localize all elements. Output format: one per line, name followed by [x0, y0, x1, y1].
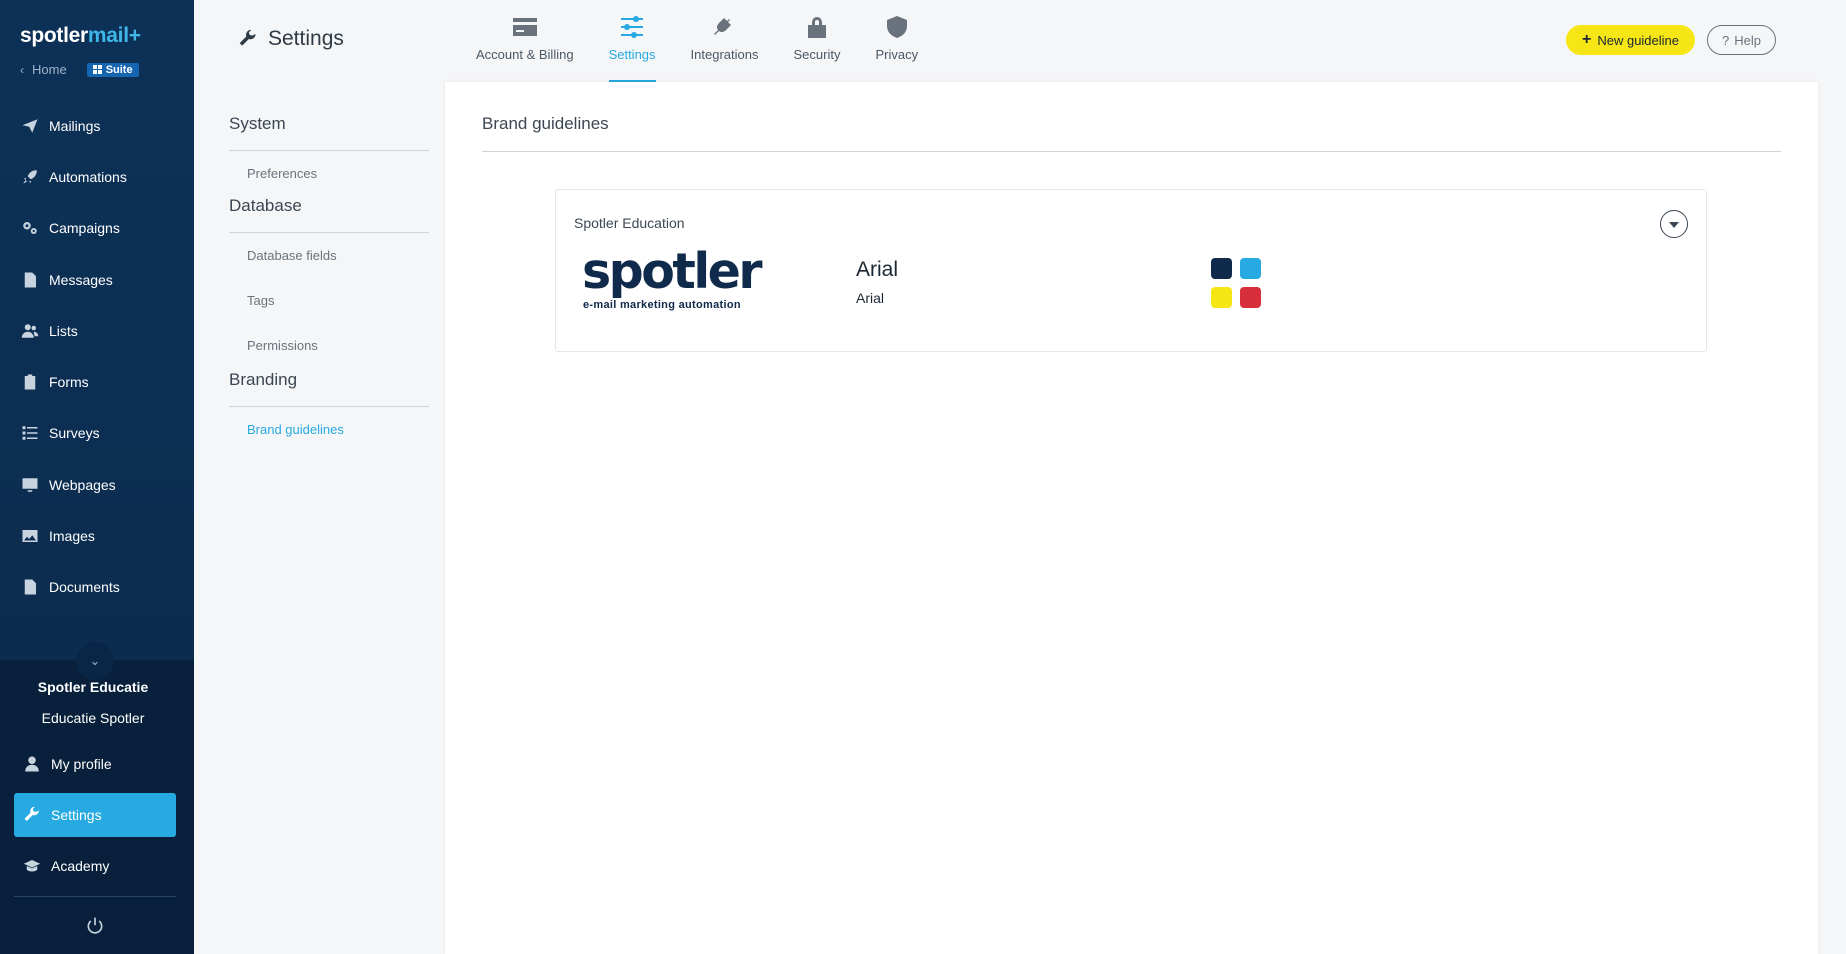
color-swatch [1211, 258, 1232, 279]
chevron-left-icon: ‹ [20, 62, 24, 77]
nav-item-automations[interactable]: Automations [0, 151, 194, 202]
wrench-icon [239, 29, 256, 46]
brand-guideline-card[interactable]: Spotler Education spotler e-mail marketi… [555, 189, 1707, 352]
paper-plane-icon [20, 117, 40, 135]
tab-account-billing[interactable]: Account & Billing [476, 0, 574, 82]
sidebar: spotlermail+ ‹ Home Suite Mailings Autom… [0, 0, 194, 954]
nav-item-mailings[interactable]: Mailings [0, 100, 194, 151]
tab-settings[interactable]: Settings [608, 0, 656, 82]
nav-item-lists[interactable]: Lists [0, 305, 194, 356]
chevron-down-icon: ⌄ [89, 653, 101, 668]
expand-guideline-button[interactable] [1660, 210, 1688, 238]
clipboard-icon [20, 373, 40, 391]
brand-logo-tagline: e-mail marketing automation [583, 299, 741, 311]
settings-subnav: System Preferences Database Database fie… [229, 82, 429, 452]
tab-security[interactable]: Security [793, 0, 840, 82]
shield-icon [884, 15, 910, 39]
subnav-heading-branding: Branding [229, 370, 429, 407]
color-swatches [1211, 258, 1265, 312]
color-swatch [1211, 287, 1232, 308]
brand-logo-word: spotler [582, 243, 763, 300]
settings-tabs: Account & Billing Settings Integrations … [476, 0, 953, 82]
nav-item-surveys[interactable]: Surveys [0, 408, 194, 459]
nav-item-campaigns[interactable]: Campaigns [0, 203, 194, 254]
tab-integrations[interactable]: Integrations [691, 0, 758, 82]
brand-logo: spotler e-mail marketing automation [582, 245, 772, 325]
collapse-account-button[interactable]: ⌄ [76, 642, 114, 680]
page-header: Settings Account & Billing Settings Inte… [194, 0, 1846, 82]
main-divider [482, 151, 1781, 152]
subnav-link-permissions[interactable]: Permissions [229, 323, 429, 368]
primary-font-sample: Arial [856, 258, 899, 281]
guideline-name: Spotler Education [574, 215, 685, 231]
document-icon [20, 271, 40, 289]
color-swatch [1240, 258, 1261, 279]
image-icon [20, 527, 40, 545]
new-guideline-button[interactable]: + New guideline [1566, 25, 1696, 55]
user-icon [22, 755, 42, 773]
sliders-icon [619, 15, 645, 39]
academy-link[interactable]: Academy [14, 844, 176, 888]
account-name[interactable]: Spotler Educatie [0, 679, 186, 695]
caret-down-icon [1669, 222, 1679, 228]
grid-icon [92, 65, 102, 74]
question-icon: ? [1722, 32, 1730, 48]
plug-icon [712, 15, 738, 39]
subnav-heading-database: Database [229, 196, 429, 233]
nav-item-messages[interactable]: Messages [0, 254, 194, 305]
main-nav: Mailings Automations Campaigns Messages … [0, 100, 194, 613]
help-button[interactable]: ? Help [1707, 25, 1776, 55]
nav-item-webpages[interactable]: Webpages [0, 459, 194, 510]
settings-link[interactable]: Settings [14, 793, 176, 837]
nav-item-forms[interactable]: Forms [0, 356, 194, 407]
nav-item-documents[interactable]: Documents [0, 562, 194, 613]
lock-icon [804, 15, 830, 39]
tab-privacy[interactable]: Privacy [875, 0, 918, 82]
suite-badge[interactable]: Suite [86, 62, 139, 77]
account-user[interactable]: Educatie Spotler [0, 710, 186, 726]
graduation-cap-icon [22, 857, 42, 875]
list-icon [20, 424, 40, 442]
my-profile-link[interactable]: My profile [14, 742, 176, 786]
subnav-heading-system: System [229, 114, 429, 151]
home-link[interactable]: Home [32, 62, 67, 77]
plus-icon: + [1582, 31, 1592, 48]
file-icon [20, 578, 40, 596]
subnav-link-brand-guidelines[interactable]: Brand guidelines [229, 407, 429, 452]
spotler-mail-logo[interactable]: spotlermail+ [20, 24, 141, 48]
subnav-link-database-fields[interactable]: Database fields [229, 233, 429, 278]
sidebar-divider [14, 896, 176, 897]
monitor-icon [20, 476, 40, 494]
nav-item-images[interactable]: Images [0, 510, 194, 561]
color-swatch [1240, 287, 1261, 308]
wrench-icon [22, 806, 42, 824]
rocket-icon [20, 168, 40, 186]
subnav-link-preferences[interactable]: Preferences [229, 151, 429, 196]
power-icon[interactable] [85, 916, 105, 936]
subnav-link-tags[interactable]: Tags [229, 278, 429, 323]
gears-icon [20, 219, 40, 237]
credit-card-icon [512, 15, 538, 39]
main-title: Brand guidelines [482, 114, 609, 133]
secondary-font-sample: Arial [856, 290, 885, 306]
main-panel: Brand guidelines Spotler Education spotl… [445, 82, 1818, 954]
page-title: Settings [238, 27, 344, 51]
users-icon [20, 322, 40, 340]
